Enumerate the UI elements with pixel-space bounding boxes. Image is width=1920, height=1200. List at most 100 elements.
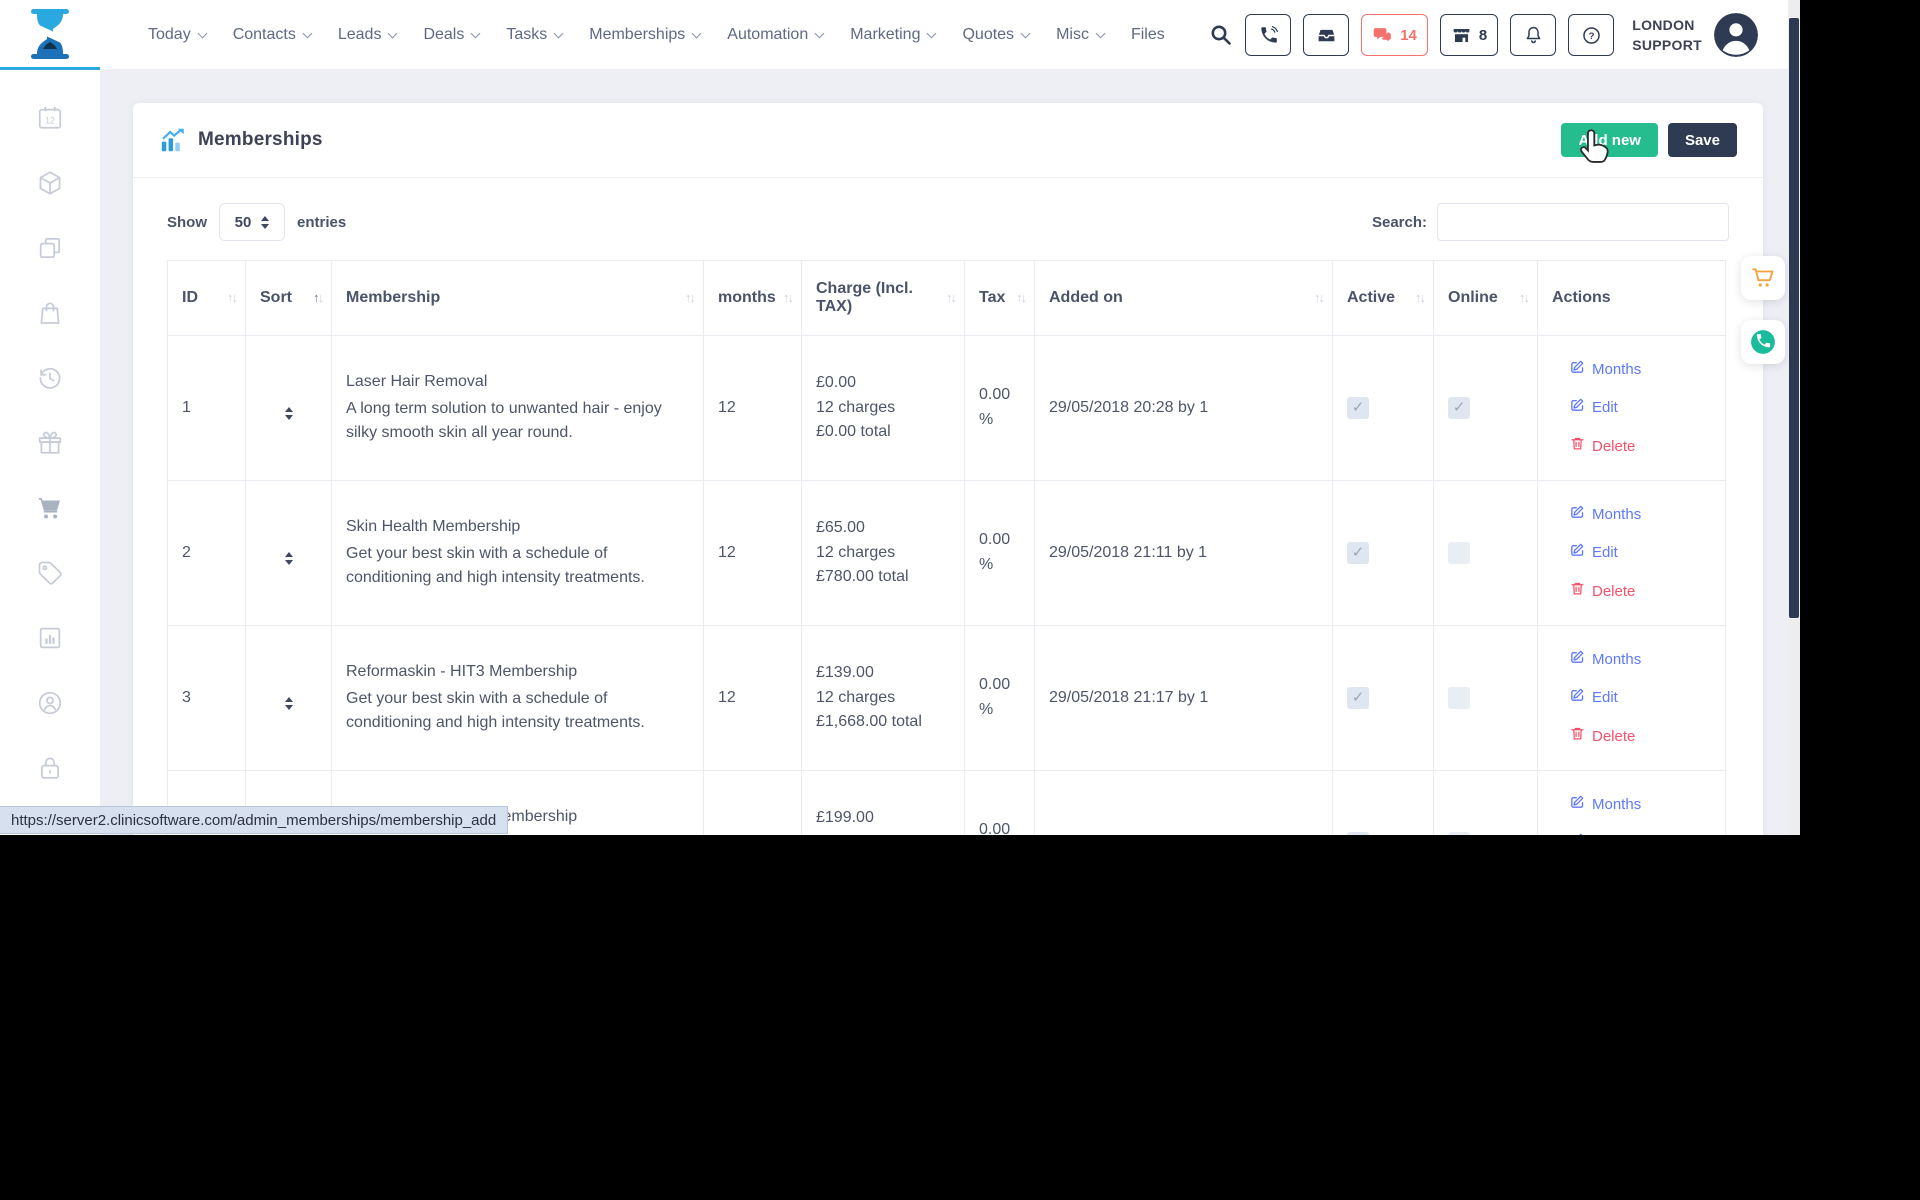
nav-item-label: Quotes (962, 26, 1014, 44)
edit-link[interactable]: Edit (1570, 541, 1711, 564)
months-link[interactable]: Months (1570, 358, 1711, 381)
cell-added-on: 29/05/2018 21:11 by 1 (1035, 481, 1333, 626)
nav-item-misc[interactable]: Misc (1056, 26, 1104, 44)
shop-button[interactable]: 8 (1440, 14, 1498, 56)
active-checkbox[interactable] (1347, 542, 1369, 564)
column-header-tax[interactable]: Tax↑↓ (965, 261, 1035, 336)
column-header-id[interactable]: ID↑↓ (168, 261, 246, 336)
column-header-sort[interactable]: Sort↑↓ (246, 261, 332, 336)
gift-icon[interactable] (36, 429, 64, 457)
bag-icon[interactable] (36, 299, 64, 327)
sort-handle[interactable] (285, 697, 293, 710)
column-header-charge-incl-tax-[interactable]: Charge (Incl. TAX)↑↓ (802, 261, 965, 336)
search-icon[interactable] (1209, 23, 1233, 47)
cell-active (1333, 771, 1434, 836)
sort-handle[interactable] (285, 407, 293, 420)
notifications-button[interactable] (1510, 14, 1556, 56)
history-icon[interactable] (36, 364, 64, 392)
cart-float-button[interactable] (1741, 256, 1785, 300)
page-size-select[interactable]: 50 (219, 203, 285, 241)
active-checkbox[interactable] (1347, 397, 1369, 419)
column-header-online[interactable]: Online↑↓ (1434, 261, 1538, 336)
user-location-line2: SUPPORT (1632, 35, 1702, 55)
nav-item-today[interactable]: Today (148, 26, 206, 44)
cart-icon (1750, 265, 1776, 291)
column-header-active[interactable]: Active↑↓ (1333, 261, 1434, 336)
app-logo[interactable] (0, 0, 100, 70)
scrollbar-thumb[interactable] (1789, 18, 1799, 618)
column-header-added-on[interactable]: Added on↑↓ (1035, 261, 1333, 336)
phone-icon (1258, 25, 1279, 46)
chevron-down-icon (388, 28, 398, 38)
edit-link[interactable]: Edit (1570, 396, 1711, 419)
online-checkbox[interactable] (1448, 687, 1470, 709)
report-icon[interactable] (36, 624, 64, 652)
nav-item-quotes[interactable]: Quotes (962, 26, 1029, 44)
edit-icon (1570, 503, 1585, 526)
delete-link[interactable]: Delete (1570, 580, 1711, 603)
delete-link-label: Delete (1592, 580, 1635, 603)
sort-arrows-icon: ↑↓ (1314, 290, 1323, 305)
months-link[interactable]: Months (1570, 503, 1711, 526)
column-header-membership[interactable]: Membership↑↓ (332, 261, 704, 336)
package-icon[interactable] (36, 169, 64, 197)
online-checkbox[interactable] (1448, 397, 1470, 419)
chat-button[interactable]: 14 (1361, 14, 1428, 56)
nav-item-contacts[interactable]: Contacts (233, 26, 311, 44)
chevron-down-icon (692, 28, 702, 38)
cell-online (1434, 771, 1538, 836)
nav-item-marketing[interactable]: Marketing (850, 26, 935, 44)
tag-icon[interactable] (36, 559, 64, 587)
edit-link[interactable]: Edit (1570, 831, 1711, 835)
copy-icon[interactable] (36, 234, 64, 262)
delete-link[interactable]: Delete (1570, 725, 1711, 748)
online-checkbox[interactable] (1448, 542, 1470, 564)
cell-added-on: 29/05/2018 21:17 by 1 (1035, 626, 1333, 771)
cell-tax: 0.00 % (965, 481, 1035, 626)
inbox-button[interactable] (1303, 14, 1349, 56)
nav-item-deals[interactable]: Deals (423, 26, 479, 44)
memberships-card: Memberships Add new Save Show 50 entries… (133, 103, 1763, 835)
inbox-icon (1316, 25, 1337, 46)
whatsapp-float-button[interactable] (1741, 320, 1785, 364)
member-icon[interactable] (36, 689, 64, 717)
left-sidebar: 12 (0, 70, 100, 835)
page-size-value: 50 (235, 214, 252, 231)
save-button[interactable]: Save (1668, 123, 1737, 157)
add-new-button[interactable]: Add new (1561, 123, 1658, 157)
active-checkbox[interactable] (1347, 832, 1369, 835)
actions-stack: Months Edit Delete (1570, 503, 1711, 603)
cell-months: 12 (704, 626, 802, 771)
phone-button[interactable] (1245, 14, 1291, 56)
months-link[interactable]: Months (1570, 648, 1711, 671)
user-avatar[interactable] (1714, 13, 1758, 57)
nav-item-files[interactable]: Files (1131, 26, 1165, 44)
sort-handle[interactable] (285, 552, 293, 565)
charge-count: 12 charges (816, 396, 950, 421)
membership-description: Get your best skin with a schedule of co… (346, 542, 689, 592)
months-link[interactable]: Months (1570, 793, 1711, 816)
cell-active (1333, 336, 1434, 481)
page-title: Memberships (198, 129, 323, 151)
search-input[interactable] (1437, 203, 1729, 241)
sort-arrows-icon: ↑↓ (946, 290, 955, 305)
cart-icon[interactable] (36, 494, 64, 522)
nav-item-tasks[interactable]: Tasks (506, 26, 562, 44)
online-checkbox[interactable] (1448, 832, 1470, 835)
help-icon: ? (1581, 25, 1602, 46)
nav-item-automation[interactable]: Automation (727, 26, 823, 44)
nav-item-leads[interactable]: Leads (338, 26, 397, 44)
delete-link[interactable]: Delete (1570, 435, 1711, 458)
nav-item-memberships[interactable]: Memberships (589, 26, 700, 44)
vertical-scrollbar[interactable] (1788, 0, 1800, 835)
lock-icon[interactable] (36, 754, 64, 782)
membership-name: Skin Health Membership (346, 515, 689, 540)
edit-link[interactable]: Edit (1570, 686, 1711, 709)
calendar-icon[interactable]: 12 (36, 104, 64, 132)
actions-stack: Months Edit Delete (1570, 358, 1711, 458)
topbar-actions: 14 8 ? (1209, 0, 1758, 70)
active-checkbox[interactable] (1347, 687, 1369, 709)
column-header-months[interactable]: months↑↓ (704, 261, 802, 336)
delete-link-label: Delete (1592, 435, 1635, 458)
help-button[interactable]: ? (1568, 14, 1614, 56)
